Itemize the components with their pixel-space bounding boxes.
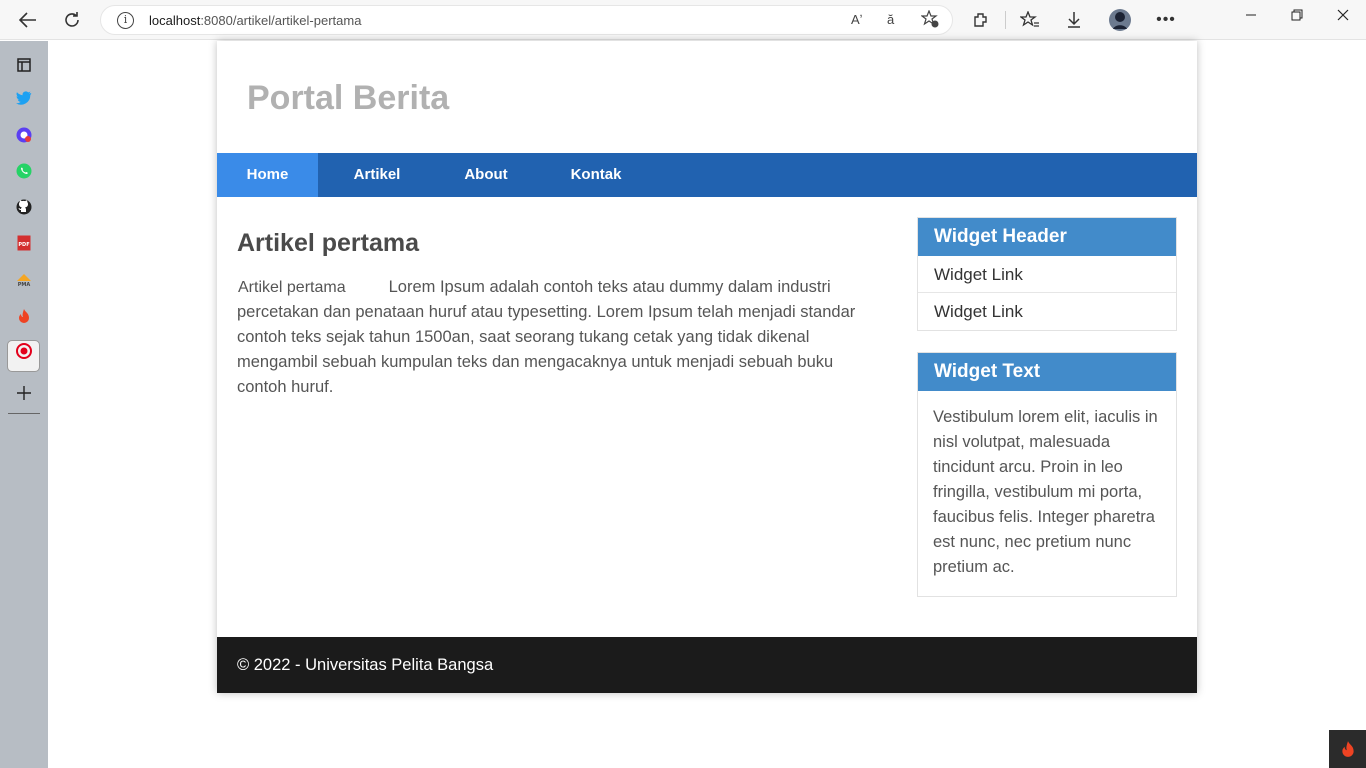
record-icon[interactable] [14,341,34,361]
widget-text-box: Widget Text Vestibulum lorem elit, iacul… [917,352,1177,597]
nav-home[interactable]: Home [217,153,318,197]
pdf-icon[interactable]: PDF [14,233,34,253]
github-icon[interactable] [14,197,34,217]
chat-app-icon[interactable] [14,125,34,145]
more-options-icon[interactable]: ••• [1151,6,1181,34]
close-window-icon[interactable] [1337,8,1349,24]
browser-sidebar: PDF PMA [0,41,48,768]
pma-icon[interactable]: PMA [14,270,34,290]
whatsapp-icon[interactable] [14,161,34,181]
extensions-icon[interactable] [966,6,996,34]
page-container: Portal Berita Home Artikel About Kontak … [217,41,1197,693]
profile-avatar[interactable] [1105,6,1135,34]
main-nav: Home Artikel About Kontak [217,153,1197,197]
back-arrow-icon[interactable] [13,6,43,34]
codeigniter-debug-icon[interactable] [1329,730,1366,768]
url-text[interactable]: localhost:8080/artikel/artikel-pertama [149,13,361,28]
article-body: Artikel pertama Lorem Ipsum adalah conto… [237,275,877,400]
nav-kontak[interactable]: Kontak [536,153,656,197]
codeigniter-icon[interactable] [14,306,34,326]
article-title: Artikel pertama [237,229,420,257]
widget-header-box: Widget Header Widget Link Widget Link [917,217,1177,331]
widget-header-title: Widget Header [918,218,1176,256]
address-bar[interactable]: i localhost:8080/artikel/artikel-pertama… [100,5,953,35]
minimize-icon[interactable] [1245,8,1257,24]
restore-icon[interactable] [1291,8,1303,24]
downloads-icon[interactable] [1059,6,1089,34]
article-image-broken: Artikel pertama [238,279,346,296]
add-sidebar-app-icon[interactable] [14,383,34,403]
read-aloud-icon[interactable]: Aʼ [851,12,863,27]
site-info-icon[interactable]: i [117,12,134,29]
footer: © 2022 - Universitas Pelita Bangsa [217,637,1197,693]
svg-text:PDF: PDF [18,242,29,248]
widget-link[interactable]: Widget Link [918,256,1176,293]
toolbar-divider [1005,11,1006,29]
nav-artikel[interactable]: Artikel [318,153,436,197]
browser-toolbar: i localhost:8080/artikel/artikel-pertama… [0,0,1366,40]
add-favorite-icon[interactable] [920,9,939,31]
sidebar-divider [8,413,40,414]
widget-link[interactable]: Widget Link [918,293,1176,330]
tab-actions-icon[interactable] [14,55,34,75]
nav-about[interactable]: About [436,153,536,197]
url-path: :8080/artikel/artikel-pertama [200,13,362,28]
favorites-icon[interactable] [1015,6,1045,34]
site-title: Portal Berita [247,79,450,117]
twitter-icon[interactable] [14,88,34,108]
widget-text-content: Vestibulum lorem elit, iaculis in nisl v… [933,408,1158,576]
widget-text-title: Widget Text [918,353,1176,391]
svg-text:PMA: PMA [18,282,31,287]
translate-icon[interactable]: ă [887,12,894,27]
refresh-icon[interactable] [57,6,87,34]
url-host: localhost [149,13,201,28]
